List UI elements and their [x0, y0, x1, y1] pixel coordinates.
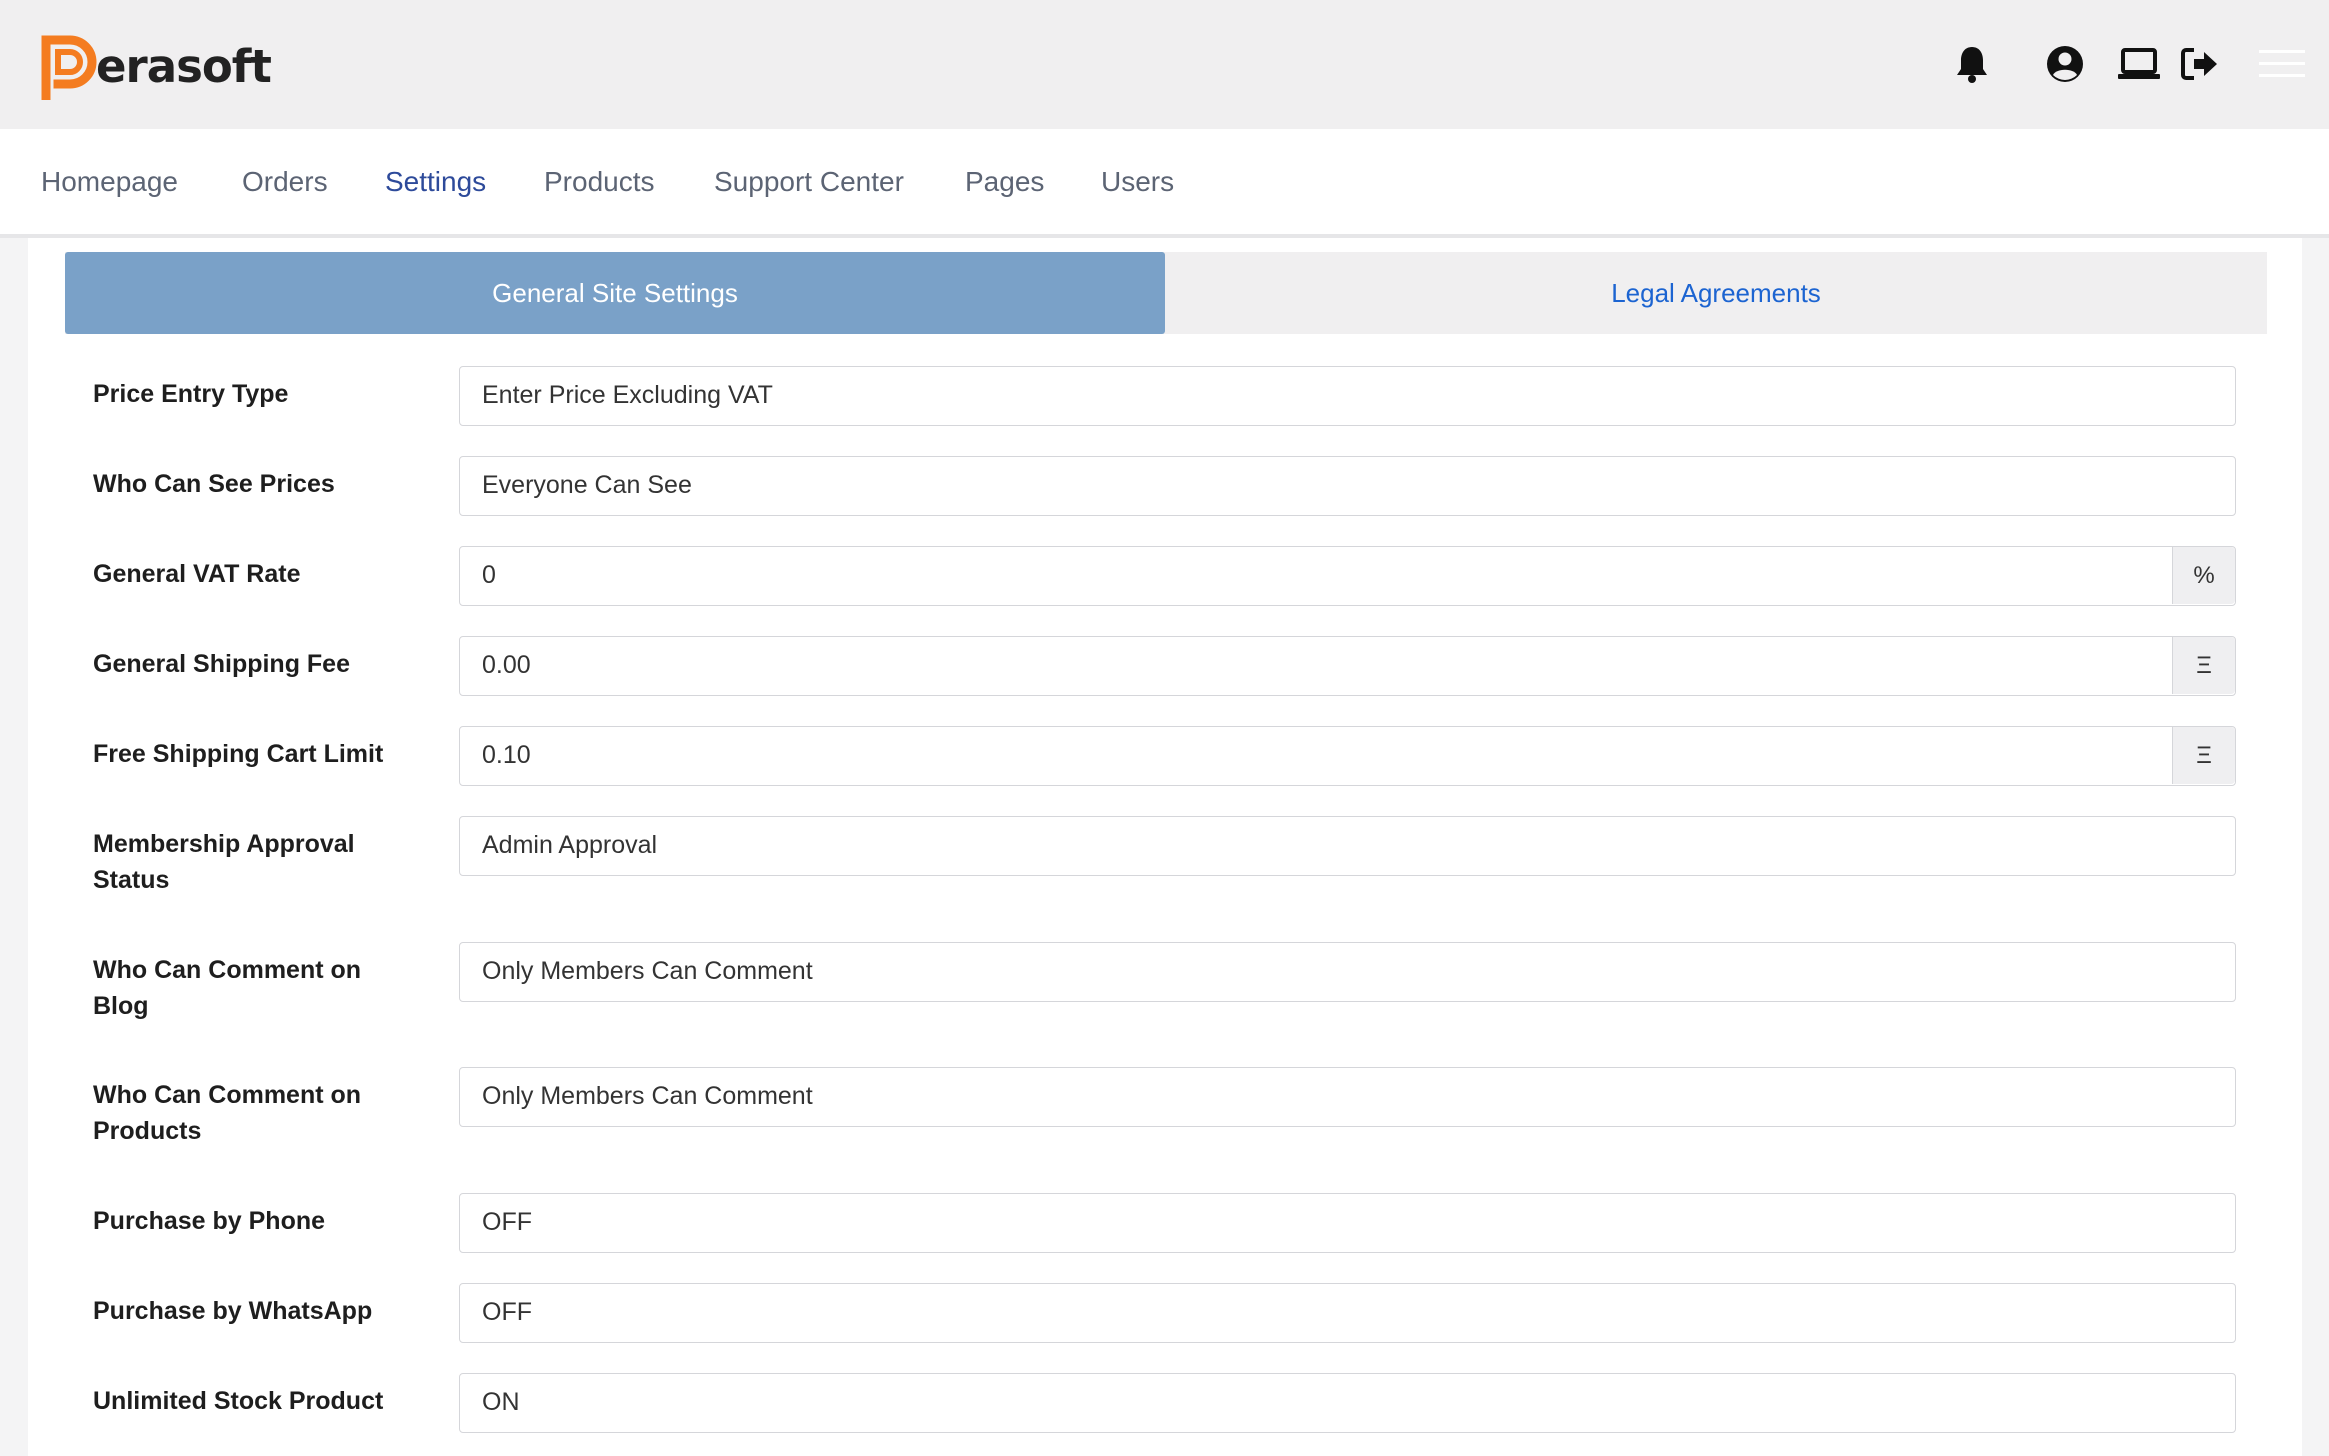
who-can-see-prices-select[interactable]: Everyone Can See — [459, 456, 2236, 516]
label-unlimited-stock-product: Unlimited Stock Product — [93, 1387, 384, 1415]
top-header: erasoft — [0, 0, 2329, 129]
label-purchase-by-whatsapp: Purchase by WhatsApp — [93, 1297, 373, 1325]
label-price-entry-type: Price Entry Type — [93, 380, 289, 408]
currency-addon: Ξ — [2172, 637, 2235, 694]
label-who-can-comment-blog: Who Can Comment on Blog — [93, 956, 362, 1020]
tab-legal-agreements[interactable]: Legal Agreements — [1165, 252, 2267, 334]
nav-users[interactable]: Users — [1101, 129, 1174, 234]
hamburger-menu-icon[interactable] — [2258, 42, 2306, 86]
who-can-comment-blog-select[interactable]: Only Members Can Comment — [459, 942, 2236, 1002]
free-shipping-cart-limit-input[interactable]: 0.10 Ξ — [459, 726, 2236, 786]
nav-support-center[interactable]: Support Center — [714, 129, 904, 234]
percent-addon: % — [2172, 547, 2235, 604]
nav-orders[interactable]: Orders — [242, 129, 328, 234]
laptop-icon[interactable] — [2117, 42, 2161, 86]
label-purchase-by-phone: Purchase by Phone — [93, 1207, 326, 1235]
header-actions — [0, 42, 2329, 86]
field-value: Only Members Can Comment — [482, 1082, 813, 1110]
nav-settings[interactable]: Settings — [385, 129, 486, 234]
label-who-can-see-prices: Who Can See Prices — [93, 470, 335, 498]
field-value: OFF — [482, 1298, 532, 1326]
general-vat-rate-input[interactable]: 0 % — [459, 546, 2236, 606]
who-can-comment-products-select[interactable]: Only Members Can Comment — [459, 1067, 2236, 1127]
label-free-shipping-cart-limit: Free Shipping Cart Limit — [93, 740, 384, 768]
main-nav: Homepage Orders Settings Products Suppor… — [0, 129, 2329, 238]
label-general-vat-rate: General VAT Rate — [93, 560, 301, 588]
bell-icon[interactable] — [1950, 42, 1994, 86]
nav-products[interactable]: Products — [544, 129, 655, 234]
field-value: ON — [482, 1388, 520, 1416]
purchase-by-phone-select[interactable]: OFF — [459, 1193, 2236, 1253]
field-value: Everyone Can See — [482, 471, 692, 499]
nav-homepage[interactable]: Homepage — [41, 129, 178, 234]
logout-icon[interactable] — [2178, 42, 2222, 86]
nav-pages[interactable]: Pages — [965, 129, 1044, 234]
field-value: Only Members Can Comment — [482, 957, 813, 985]
general-shipping-fee-input[interactable]: 0.00 Ξ — [459, 636, 2236, 696]
field-value: 0 — [482, 561, 496, 589]
settings-tabs: General Site Settings Legal Agreements — [65, 252, 2267, 334]
unlimited-stock-product-select[interactable]: ON — [459, 1373, 2236, 1433]
price-entry-type-select[interactable]: Enter Price Excluding VAT — [459, 366, 2236, 426]
user-circle-icon[interactable] — [2043, 42, 2087, 86]
tab-general-site-settings[interactable]: General Site Settings — [65, 252, 1165, 334]
field-value: Admin Approval — [482, 831, 658, 859]
label-general-shipping-fee: General Shipping Fee — [93, 650, 350, 678]
membership-approval-status-select[interactable]: Admin Approval — [459, 816, 2236, 876]
currency-addon: Ξ — [2172, 727, 2235, 784]
field-value: 0.00 — [482, 651, 531, 679]
label-who-can-comment-products: Who Can Comment on Products — [93, 1081, 362, 1145]
settings-panel: General Site Settings Legal Agreements P… — [28, 238, 2302, 1456]
field-value: 0.10 — [482, 741, 531, 769]
field-value: Enter Price Excluding VAT — [482, 381, 773, 409]
field-value: OFF — [482, 1208, 532, 1236]
purchase-by-whatsapp-select[interactable]: OFF — [459, 1283, 2236, 1343]
label-membership-approval-status: Membership Approval Status — [93, 830, 355, 894]
